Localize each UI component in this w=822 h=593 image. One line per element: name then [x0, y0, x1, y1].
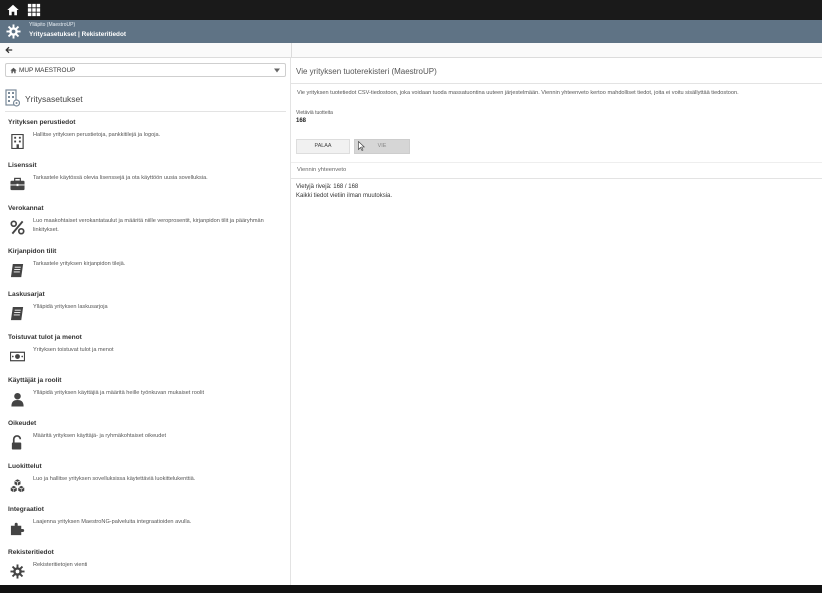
sidebar-item-accounts[interactable]: Kirjanpidon tilit Tarkastele yrityksen k…	[8, 248, 288, 290]
back-arrow-icon[interactable]	[5, 46, 13, 54]
sidebar-item-desc: Määritä yrityksen käyttäjä- ja ryhmäkoht…	[33, 433, 167, 439]
export-panel: Vie yrityksen tuoterekisteri (MaestroUP)…	[291, 58, 822, 585]
sidebar-item-title: Toistuvat tulot ja menot	[8, 334, 82, 341]
company-select-value: MUP MAESTROUP	[19, 67, 76, 74]
gear-icon	[10, 564, 25, 579]
page-title: Yritysasetukset | Rekisteritiedot	[29, 31, 126, 38]
sidebar-item-desc: Ylläpidä yrityksen laskusarjoja	[33, 304, 108, 310]
divider	[291, 83, 822, 84]
sidebar-title: Yritysasetukset	[25, 94, 83, 104]
top-bar	[0, 0, 822, 20]
sidebar-item-desc: Tarkastele yrityksen kirjanpidon tilejä.	[33, 261, 126, 267]
puzzle-icon	[10, 522, 25, 536]
sidebar-item-desc: Luo maakohtaiset verokantataulut ja määr…	[33, 218, 264, 233]
sidebar-item-title: Laskusarjat	[8, 291, 45, 298]
sidebar-item-title: Käyttäjät ja roolit	[8, 377, 62, 384]
sidebar-item-title: Lisenssit	[8, 162, 37, 169]
sidebar-item-desc: Ylläpidä yrityksen käyttäjiä ja määritä …	[33, 390, 204, 396]
settings-gear-icon	[6, 24, 21, 39]
briefcase-icon	[10, 177, 25, 191]
company-settings-icon	[5, 89, 20, 107]
sidebar-item-title: Kirjanpidon tilit	[8, 248, 57, 255]
divider	[291, 162, 822, 163]
product-count-value: 168	[296, 118, 307, 124]
bottom-bar	[0, 585, 822, 593]
user-icon	[11, 392, 24, 407]
product-count-label: Vietäviä tuotteita	[296, 110, 333, 116]
sidebar-item-title: Rekisteritiedot	[8, 549, 54, 556]
cubes-icon	[10, 478, 25, 493]
back-button[interactable]: PALAA	[296, 139, 350, 154]
sidebar-item-tax-rates[interactable]: Verokannat Luo maakohtaiset verokantatau…	[8, 205, 288, 247]
divider	[291, 178, 822, 179]
unlock-icon	[11, 435, 22, 450]
export-result-message: Kaikki tiedot vietiin ilman muutoksia.	[296, 193, 393, 199]
apps-grid-icon[interactable]	[27, 3, 41, 17]
home-icon[interactable]	[6, 3, 20, 17]
exported-rows-text: Vietyjä rivejä: 168 / 168	[296, 184, 359, 190]
sidebar-item-title: Integraatiot	[8, 506, 44, 513]
sidebar-item-desc: Rekisteritietojen vienti	[33, 562, 88, 568]
panel-description: Vie yrityksen tuotetiedot CSV-tiedostoon…	[297, 90, 739, 96]
home-icon	[10, 67, 17, 74]
company-select[interactable]: MUP MAESTROUP	[5, 63, 286, 77]
ledger-icon	[10, 263, 24, 278]
app-header: Ylläpito (MaestroUP) Yritysasetukset | R…	[0, 20, 822, 43]
sidebar-item-title: Luokittelut	[8, 463, 42, 470]
summary-title: Viennin yhteenveto	[297, 167, 347, 173]
sidebar-item-classifications[interactable]: Luokittelut Luo ja hallitse yrityksen so…	[8, 463, 288, 505]
mouse-cursor-icon	[358, 141, 365, 151]
panel-divider	[291, 43, 292, 58]
sidebar-item-desc: Yrityksen toistuvat tulot ja menot	[33, 347, 114, 353]
chevron-down-icon	[274, 68, 280, 73]
sidebar-item-title: Yrityksen perustiedot	[8, 119, 76, 126]
sidebar-item-title: Verokannat	[8, 205, 44, 212]
sidebar-item-desc: Laajenna yrityksen MaestroNG-palveluita …	[33, 519, 192, 525]
sidebar-item-recurring[interactable]: Toistuvat tulot ja menot Yrityksen toist…	[8, 334, 288, 376]
sidebar-item-integrations[interactable]: Integraatiot Laajenna yrityksen MaestroN…	[8, 506, 288, 548]
panel-title: Vie yrityksen tuoterekisteri (MaestroUP)	[296, 67, 437, 76]
sidebar-item-title: Oikeudet	[8, 420, 37, 427]
settings-sidebar: MUP MAESTROUP Yritysasetukset Yrityksen …	[0, 58, 291, 585]
sidebar-item-desc: Tarkastele käytössä olevia lisenssejä ja…	[33, 175, 208, 181]
building-icon	[11, 134, 24, 149]
navigation-row	[0, 43, 822, 58]
sidebar-item-licenses[interactable]: Lisenssit Tarkastele käytössä olevia lis…	[8, 162, 288, 204]
sidebar-item-desc: Luo ja hallitse yrityksen sovelluksissa …	[33, 476, 196, 482]
sidebar-item-permissions[interactable]: Oikeudet Määritä yrityksen käyttäjä- ja …	[8, 420, 288, 462]
percent-icon	[10, 220, 25, 235]
sidebar-item-users-roles[interactable]: Käyttäjät ja roolit Ylläpidä yrityksen k…	[8, 377, 288, 419]
invoice-book-icon	[10, 306, 24, 321]
sidebar-item-company-info[interactable]: Yrityksen perustiedot Hallitse yrityksen…	[8, 119, 288, 161]
money-icon	[10, 351, 25, 362]
header-subtitle: Ylläpito (MaestroUP)	[29, 22, 76, 28]
sidebar-item-desc: Hallitse yrityksen perustietoja, pankkit…	[33, 132, 161, 138]
sidebar-item-invoice-series[interactable]: Laskusarjat Ylläpidä yrityksen laskusarj…	[8, 291, 288, 333]
sidebar-header: Yritysasetukset	[5, 88, 286, 112]
